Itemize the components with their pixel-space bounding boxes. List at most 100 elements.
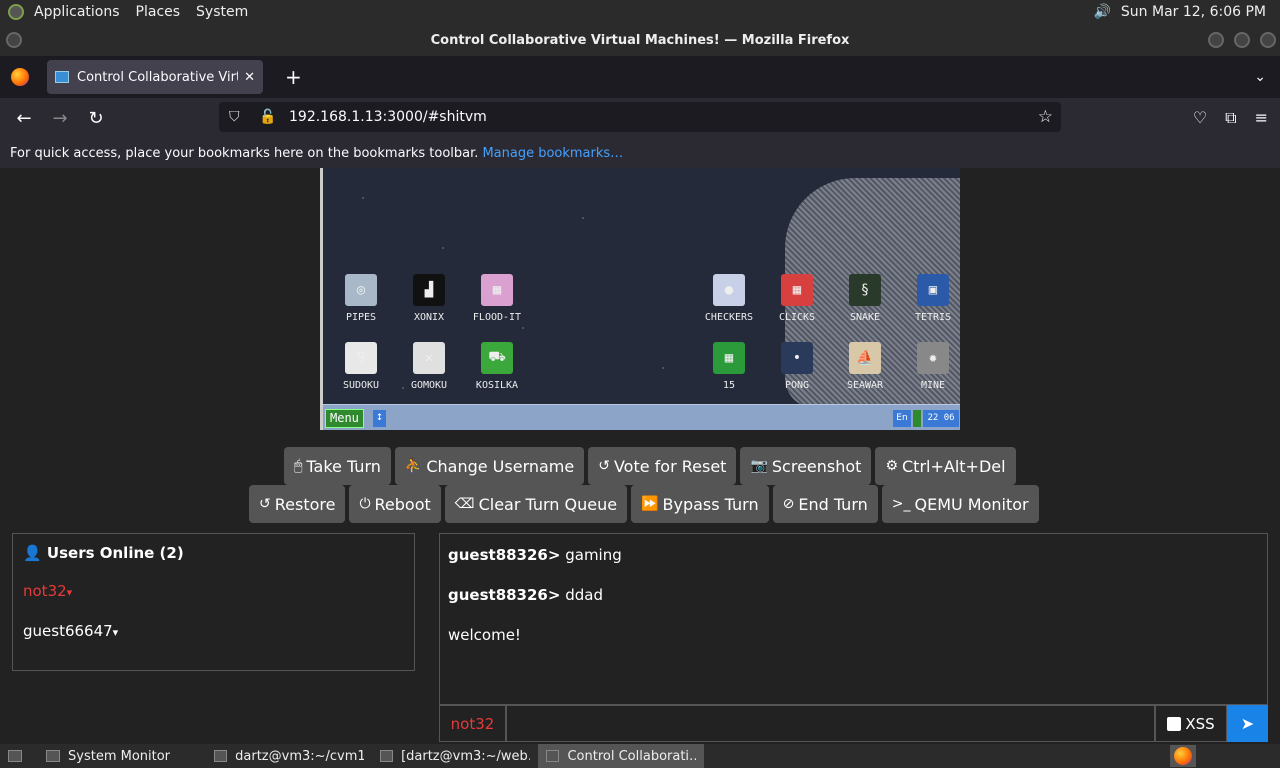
menu-applications[interactable]: Applications [34,4,120,20]
user-entry[interactable]: not32▾ [23,582,404,600]
end-turn-button[interactable]: ⊘ End Turn [772,485,878,523]
button-label: Ctrl+Alt+Del [902,456,1006,476]
vm-icon-label: CLICKS [778,312,816,323]
take-turn-button[interactable]: 🖱 Take Turn [284,447,391,485]
paper-plane-icon: ➤ [1240,714,1255,733]
manage-bookmarks-link[interactable]: Manage bookmarks… [482,146,623,161]
vm-icon-label: PIPES [345,312,377,323]
forward-arrow-icon[interactable]: → [42,108,78,129]
vm-icon-mine[interactable]: ✹ MINE [901,342,960,391]
button-label: Vote for Reset [613,456,727,476]
vm-screen[interactable]: ◎ PIPES ▟ XONIX ▦ FLOOD-IT ● CHECKERS ▦ CLICKS § SN… [320,168,960,430]
control-row-2: ↺ Restore ⏻ Reboot ⌫ Clear Turn Queue ⏩ Bypass … [249,485,1039,523]
close-window-icon[interactable] [1260,32,1276,48]
chat-message-user: guest88326> [448,586,561,604]
taskbar-window-item[interactable]: Control Collaborati… [538,744,704,768]
back-arrow-icon[interactable]: ← [6,108,42,129]
minimize-icon[interactable] [1208,32,1224,48]
vote-for-reset-button[interactable]: ↺ Vote for Reset [588,447,737,485]
vm-tray-indicator [913,410,921,427]
button-label: Clear Turn Queue [478,494,618,514]
vm-icon-seawar[interactable]: ⛵ SEAWAR [833,342,897,391]
chat-input-bar: not32 XSS ➤ [439,705,1268,742]
chat-input[interactable] [506,705,1155,742]
vm-icon-pong[interactable]: • PONG [765,342,829,391]
screenshot-button[interactable]: 📷 Screenshot [740,447,872,485]
ctrl-alt-del-button[interactable]: ⚙ Ctrl+Alt+Del [875,447,1016,485]
chat-log: guest88326> gaming guest88326> ddad welcom… [439,533,1268,705]
url-bar[interactable]: ⛉ 🔓 192.168.1.13:3000/#shitvm ☆ [219,102,1061,132]
firefox-icon[interactable] [11,68,29,86]
taskbar-window-item[interactable]: dartz@vm3:~/cvm12 [206,744,372,768]
vm-icon-xonix[interactable]: ▟ XONIX [397,274,461,323]
window-icon [214,750,228,762]
bypass-turn-button[interactable]: ⏩ Bypass Turn [631,485,769,523]
show-desktop-icon[interactable] [0,744,38,768]
restore-button[interactable]: ↺ Restore [249,485,346,523]
vm-switch-icon[interactable]: ↕ [373,410,386,427]
vm-icon-sudoku[interactable]: 9 SUDOKU [329,342,393,391]
bypass-turn-icon: ⏩ [641,496,659,512]
vm-icon-label: TETRIS [914,312,952,323]
maximize-icon[interactable] [1234,32,1250,48]
change-username-button[interactable]: ⛹ Change Username [394,447,585,485]
vm-icon-flood-it[interactable]: ▦ FLOOD-IT [465,274,529,323]
vm-icon-kosilka[interactable]: ⛟ KOSILKA [465,342,529,391]
vm-clock: 22 06 [923,410,959,427]
vm-icon-gomoku[interactable]: ✕ GOMOKU [397,342,461,391]
volume-icon[interactable]: 🔊 [1093,4,1110,20]
taskbar-window-item[interactable]: [dartz@vm3:~/web… [372,744,538,768]
vm-icon-kosilka-icon: ⛟ [481,342,513,374]
vm-icon-label: XONIX [413,312,445,323]
clock[interactable]: Sun Mar 12, 6:06 PM [1121,4,1266,20]
new-tab-button[interactable]: + [285,65,302,89]
vm-icon-clicks[interactable]: ▦ CLICKS [765,274,829,323]
vm-icon-15[interactable]: ▦ 15 [697,342,761,391]
tab-active[interactable]: Control Collaborative Virtual ✕ [47,60,263,94]
vm-icon-label: KOSILKA [475,380,519,391]
send-button[interactable]: ➤ [1227,705,1268,742]
xss-checkbox[interactable] [1167,716,1182,731]
vm-menu-button[interactable]: Menu [325,409,364,428]
vm-icon-pipes[interactable]: ◎ PIPES [329,274,393,323]
extensions-icon[interactable]: ⧉ [1225,108,1236,128]
vm-icon-tetris[interactable]: ▣ TETRIS [901,274,960,323]
vm-language-indicator[interactable]: En [893,410,911,427]
vm-icon-label: GOMOKU [410,380,448,391]
caret-down-icon[interactable]: ▾ [113,626,119,639]
vm-icon-snake[interactable]: § SNAKE [833,274,897,323]
tab-close-icon[interactable]: ✕ [244,70,255,85]
tray-firefox[interactable] [1170,745,1196,767]
insecure-lock-icon[interactable]: 🔓 [259,109,277,125]
tab-title: Control Collaborative Virtual [77,69,238,85]
hamburger-menu-icon[interactable]: ≡ [1255,108,1268,128]
url-text[interactable]: 192.168.1.13:3000/#shitvm [289,109,487,125]
reboot-button[interactable]: ⏻ Reboot [349,485,441,523]
qemu-monitor-button[interactable]: >_ QEMU Monitor [881,485,1039,523]
vm-icon-label: SEAWAR [846,380,884,391]
window-menu-icon[interactable] [6,32,22,48]
taskbar-window-item[interactable]: System Monitor [38,744,206,768]
desktop-top-panel: Applications Places System 🔊 Sun Mar 12,… [0,0,1280,24]
list-tabs-chevron-down-icon[interactable]: ⌄ [1254,69,1266,85]
button-label: Restore [274,494,336,514]
clear-turn-queue-button[interactable]: ⌫ Clear Turn Queue [444,485,628,523]
bookmark-star-icon[interactable]: ☆ [1038,107,1053,127]
take-turn-icon: 🖱 [294,458,303,474]
button-label: Screenshot [771,456,862,476]
distro-logo-icon[interactable] [8,4,24,20]
menu-system[interactable]: System [196,4,248,20]
xss-toggle[interactable]: XSS [1155,705,1227,742]
pocket-icon[interactable]: ♡ [1193,108,1207,128]
chat-message-text: welcome! [448,626,521,644]
vm-icon-checkers[interactable]: ● CHECKERS [697,274,761,323]
button-label: Change Username [426,456,575,476]
shield-icon[interactable]: ⛉ [229,109,247,125]
window-title: Control Collaborative Virtual Machines! … [430,32,850,48]
menu-places[interactable]: Places [136,4,181,20]
reload-icon[interactable]: ↻ [78,108,114,129]
button-label: Bypass Turn [662,494,759,514]
vm-icon-label: PONG [784,380,810,391]
user-entry[interactable]: guest66647▾ [23,622,404,640]
caret-down-icon[interactable]: ▾ [67,586,73,599]
